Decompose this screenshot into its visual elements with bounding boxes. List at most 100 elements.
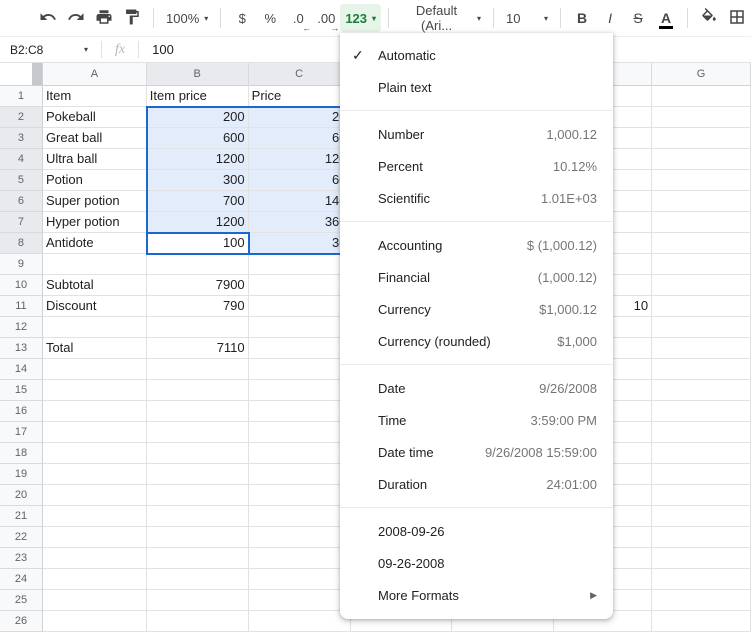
menu-item-plain-text[interactable]: Plain text bbox=[340, 71, 613, 103]
cell-G13[interactable] bbox=[652, 338, 751, 359]
cell-C19[interactable] bbox=[249, 464, 351, 485]
cell-C14[interactable] bbox=[249, 359, 351, 380]
row-header-12[interactable]: 12 bbox=[0, 317, 43, 338]
undo-button[interactable] bbox=[34, 4, 62, 32]
cell-C18[interactable] bbox=[249, 443, 351, 464]
cell-C1[interactable]: Price bbox=[249, 86, 351, 107]
cell-B3[interactable]: 600 bbox=[147, 128, 249, 149]
cell-A24[interactable] bbox=[43, 569, 147, 590]
row-header-2[interactable]: 2 bbox=[0, 107, 43, 128]
cell-A2[interactable]: Pokeball bbox=[43, 107, 147, 128]
cell-C22[interactable] bbox=[249, 527, 351, 548]
menu-item-time[interactable]: Time3:59:00 PM bbox=[340, 404, 613, 436]
cell-A22[interactable] bbox=[43, 527, 147, 548]
cell-C8[interactable]: 30 bbox=[249, 233, 351, 254]
cell-G11[interactable] bbox=[652, 296, 751, 317]
cell-C10[interactable] bbox=[249, 275, 351, 296]
cell-A10[interactable]: Subtotal bbox=[43, 275, 147, 296]
cell-B22[interactable] bbox=[147, 527, 249, 548]
cell-C6[interactable]: 140 bbox=[249, 191, 351, 212]
decrease-decimal-button[interactable]: .0 ← bbox=[284, 4, 312, 32]
cell-A6[interactable]: Super potion bbox=[43, 191, 147, 212]
cell-C11[interactable] bbox=[249, 296, 351, 317]
cell-A9[interactable] bbox=[43, 254, 147, 275]
cell-C26[interactable] bbox=[249, 611, 351, 632]
cell-B14[interactable] bbox=[147, 359, 249, 380]
cell-C5[interactable]: 60 bbox=[249, 170, 351, 191]
menu-item-scientific[interactable]: Scientific1.01E+03 bbox=[340, 182, 613, 214]
row-header-6[interactable]: 6 bbox=[0, 191, 43, 212]
cell-C20[interactable] bbox=[249, 485, 351, 506]
row-header-4[interactable]: 4 bbox=[0, 149, 43, 170]
cell-C17[interactable] bbox=[249, 422, 351, 443]
cell-G6[interactable] bbox=[652, 191, 751, 212]
cell-B5[interactable]: 300 bbox=[147, 170, 249, 191]
row-header-14[interactable]: 14 bbox=[0, 359, 43, 380]
cell-A26[interactable] bbox=[43, 611, 147, 632]
menu-item-duration[interactable]: Duration24:01:00 bbox=[340, 468, 613, 500]
row-header-11[interactable]: 11 bbox=[0, 296, 43, 317]
menu-item-currency[interactable]: Currency$1,000.12 bbox=[340, 293, 613, 325]
cell-G5[interactable] bbox=[652, 170, 751, 191]
select-all-corner[interactable] bbox=[0, 63, 43, 86]
cell-G20[interactable] bbox=[652, 485, 751, 506]
cell-C2[interactable]: 20 bbox=[249, 107, 351, 128]
cell-C4[interactable]: 120 bbox=[249, 149, 351, 170]
cell-B16[interactable] bbox=[147, 401, 249, 422]
row-header-23[interactable]: 23 bbox=[0, 548, 43, 569]
fill-color-button[interactable] bbox=[695, 4, 723, 32]
cell-B18[interactable] bbox=[147, 443, 249, 464]
cell-A25[interactable] bbox=[43, 590, 147, 611]
name-box[interactable]: B2:C8 ▾ bbox=[0, 43, 96, 57]
cell-B12[interactable] bbox=[147, 317, 249, 338]
cell-B13[interactable]: 7110 bbox=[147, 338, 249, 359]
cell-A20[interactable] bbox=[43, 485, 147, 506]
row-header-3[interactable]: 3 bbox=[0, 128, 43, 149]
menu-item-09-26-2008[interactable]: 09-26-2008 bbox=[340, 547, 613, 579]
cell-C16[interactable] bbox=[249, 401, 351, 422]
row-header-13[interactable]: 13 bbox=[0, 338, 43, 359]
row-header-19[interactable]: 19 bbox=[0, 464, 43, 485]
cell-A11[interactable]: Discount bbox=[43, 296, 147, 317]
menu-item-more-formats[interactable]: More Formats▶ bbox=[340, 579, 613, 611]
menu-item-date[interactable]: Date9/26/2008 bbox=[340, 372, 613, 404]
row-header-22[interactable]: 22 bbox=[0, 527, 43, 548]
cell-B7[interactable]: 1200 bbox=[147, 212, 249, 233]
menu-item-currency-rounded-[interactable]: Currency (rounded)$1,000 bbox=[340, 325, 613, 357]
cell-A16[interactable] bbox=[43, 401, 147, 422]
cell-G21[interactable] bbox=[652, 506, 751, 527]
column-header-C[interactable]: C bbox=[249, 63, 351, 86]
row-header-9[interactable]: 9 bbox=[0, 254, 43, 275]
cell-C23[interactable] bbox=[249, 548, 351, 569]
cell-B15[interactable] bbox=[147, 380, 249, 401]
cell-G22[interactable] bbox=[652, 527, 751, 548]
cell-C7[interactable]: 360 bbox=[249, 212, 351, 233]
cell-B10[interactable]: 7900 bbox=[147, 275, 249, 296]
bold-button[interactable]: B bbox=[568, 4, 596, 32]
cell-C24[interactable] bbox=[249, 569, 351, 590]
cell-A21[interactable] bbox=[43, 506, 147, 527]
zoom-select[interactable]: 100% ▾ bbox=[161, 4, 213, 32]
column-header-G[interactable]: G bbox=[652, 63, 751, 86]
italic-button[interactable]: I bbox=[596, 4, 624, 32]
cell-G3[interactable] bbox=[652, 128, 751, 149]
cell-C21[interactable] bbox=[249, 506, 351, 527]
cell-G24[interactable] bbox=[652, 569, 751, 590]
cell-B21[interactable] bbox=[147, 506, 249, 527]
cell-A1[interactable]: Item bbox=[43, 86, 147, 107]
menu-item-financial[interactable]: Financial(1,000.12) bbox=[340, 261, 613, 293]
row-header-26[interactable]: 26 bbox=[0, 611, 43, 632]
cell-C15[interactable] bbox=[249, 380, 351, 401]
cell-G17[interactable] bbox=[652, 422, 751, 443]
redo-button[interactable] bbox=[62, 4, 90, 32]
cell-G18[interactable] bbox=[652, 443, 751, 464]
cell-A8[interactable]: Antidote bbox=[43, 233, 147, 254]
cell-A18[interactable] bbox=[43, 443, 147, 464]
number-format-button[interactable]: 123 ▾ bbox=[340, 4, 381, 32]
cell-G12[interactable] bbox=[652, 317, 751, 338]
row-header-15[interactable]: 15 bbox=[0, 380, 43, 401]
column-header-B[interactable]: B bbox=[147, 63, 249, 86]
font-family-select[interactable]: Default (Ari... ▾ bbox=[396, 4, 486, 32]
menu-item-automatic[interactable]: ✓Automatic bbox=[340, 39, 613, 71]
cell-A15[interactable] bbox=[43, 380, 147, 401]
